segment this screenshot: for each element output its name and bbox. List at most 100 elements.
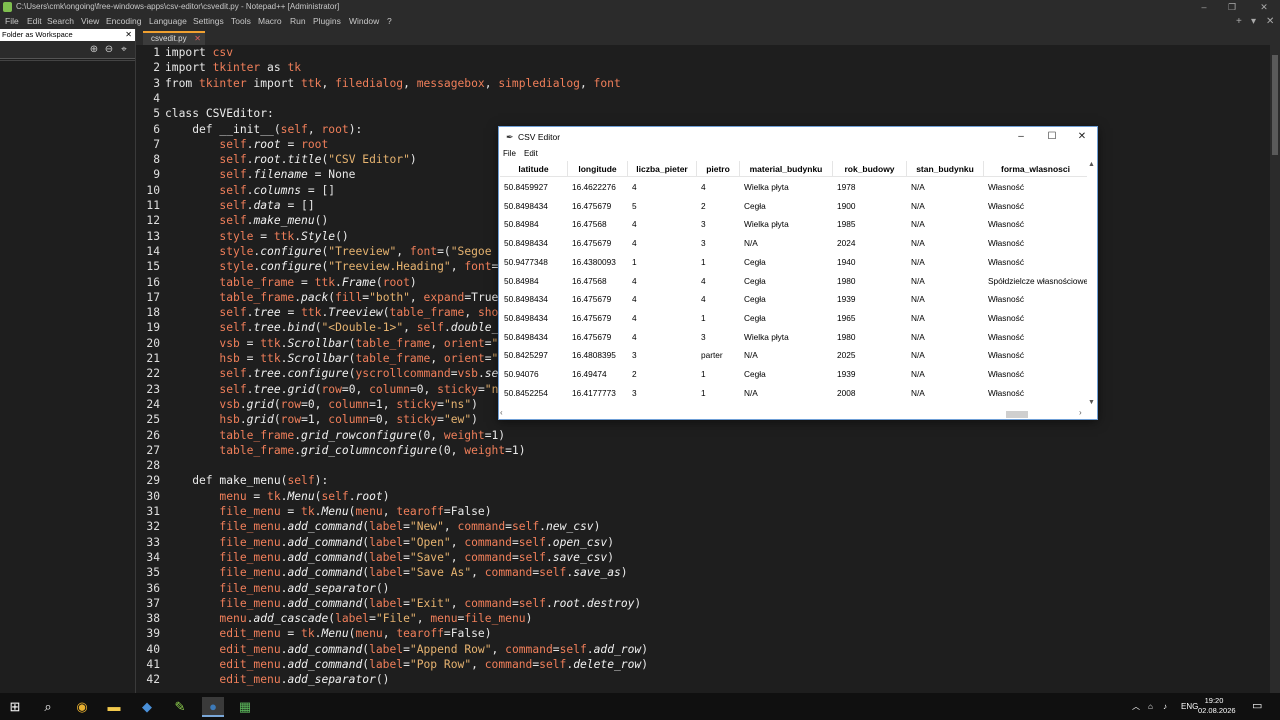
tab-close-icon[interactable]: ✕ xyxy=(194,33,201,45)
table-cell[interactable]: 50.94076 xyxy=(500,365,568,384)
table-cell[interactable]: N/A xyxy=(740,346,833,365)
table-cell[interactable]: 4 xyxy=(628,309,697,328)
folder-tree[interactable] xyxy=(0,60,135,693)
code-line[interactable]: 4 xyxy=(136,91,1270,106)
code-line[interactable]: 39 edit_menu = tk.Menu(menu, tearoff=Fal… xyxy=(136,626,1270,641)
table-cell[interactable]: N/A xyxy=(907,178,984,197)
table-cell[interactable]: 1980 xyxy=(833,272,907,291)
collapse-all-icon[interactable]: ⊖ xyxy=(103,44,115,56)
table-cell[interactable]: 1939 xyxy=(833,290,907,309)
close-doc-icon[interactable]: ✕ xyxy=(1266,14,1274,29)
table-cell[interactable]: 16.475679 xyxy=(568,328,628,347)
table-cell[interactable]: Własność xyxy=(984,234,1088,253)
code-line[interactable]: 29 def make_menu(self): xyxy=(136,473,1270,488)
table-cell[interactable]: 16.475679 xyxy=(568,290,628,309)
table-cell[interactable]: 16.4622276 xyxy=(568,178,628,197)
clock[interactable]: 19:20 02.08.2026 xyxy=(1198,696,1236,716)
notifications-icon[interactable]: ▭ xyxy=(1252,693,1262,720)
table-cell[interactable]: N/A xyxy=(907,197,984,216)
table-cell[interactable]: 50.8498434 xyxy=(500,197,568,216)
scroll-down-icon[interactable]: ▼ xyxy=(1088,399,1095,406)
table-row[interactable]: 50.84984 16.47568 4 4 Cegła 1980 N/A Spółdzielc… xyxy=(500,272,1088,291)
code-line[interactable]: 36 file_menu.add_separator() xyxy=(136,581,1270,596)
code-line[interactable]: 26 table_frame.grid_rowconfigure(0, weig… xyxy=(136,428,1270,443)
tab-list-icon[interactable]: ▾ xyxy=(1251,14,1256,29)
chrome-icon[interactable]: ◉ xyxy=(71,697,93,717)
table-cell[interactable]: 3 xyxy=(697,215,740,234)
code-line[interactable]: 31 file_menu = tk.Menu(menu, tearoff=Fal… xyxy=(136,504,1270,519)
table-cell[interactable]: 16.475679 xyxy=(568,197,628,216)
table-cell[interactable]: Własność xyxy=(984,253,1088,272)
editor-scroll-thumb[interactable] xyxy=(1272,55,1278,155)
table-cell[interactable]: N/A xyxy=(907,290,984,309)
table-cell[interactable]: N/A xyxy=(907,328,984,347)
scroll-right-icon[interactable]: › xyxy=(1079,408,1082,417)
csv-minimize-button[interactable]: – xyxy=(1006,127,1036,147)
column-header-material_budynku[interactable]: material_budynku xyxy=(740,161,833,177)
table-row[interactable]: 50.8459927 16.4622276 4 4 Wielka płyta 1978 N/… xyxy=(500,178,1088,197)
table-cell[interactable]: 50.84984 xyxy=(500,272,568,291)
new-tab-icon[interactable]: + xyxy=(1236,14,1242,29)
csv-close-button[interactable]: ✕ xyxy=(1067,127,1097,147)
table-cell[interactable]: Cegła xyxy=(740,197,833,216)
table-cell[interactable]: 4 xyxy=(628,328,697,347)
table-cell[interactable]: 1 xyxy=(697,365,740,384)
table-cell[interactable]: 2 xyxy=(697,197,740,216)
table-cell[interactable]: 4 xyxy=(697,290,740,309)
table-cell[interactable]: 16.47568 xyxy=(568,272,628,291)
table-cell[interactable]: N/A xyxy=(907,253,984,272)
locate-file-icon[interactable]: ⌖ xyxy=(118,44,130,56)
csv-maximize-button[interactable]: ☐ xyxy=(1037,127,1067,147)
scroll-up-icon[interactable]: ▲ xyxy=(1088,161,1095,168)
csv-treeview[interactable]: latitude longitude liczba_pieter pietro mate… xyxy=(500,161,1088,409)
table-cell[interactable]: 1980 xyxy=(833,328,907,347)
table-cell[interactable]: 4 xyxy=(628,272,697,291)
csv-menu-file[interactable]: File xyxy=(503,147,516,161)
csv-hscroll-thumb[interactable] xyxy=(1006,411,1028,418)
table-cell[interactable]: 1 xyxy=(628,253,697,272)
table-row[interactable]: 50.8452254 16.4177773 3 1 N/A 2008 N/A Własność xyxy=(500,384,1088,403)
table-cell[interactable]: 3 xyxy=(697,234,740,253)
panel-close-icon[interactable]: ✕ xyxy=(125,29,132,41)
table-cell[interactable]: 3 xyxy=(697,328,740,347)
code-line[interactable]: 35 file_menu.add_command(label="Save As"… xyxy=(136,565,1270,580)
minimize-button[interactable]: – xyxy=(1192,0,1216,14)
table-cell[interactable]: 4 xyxy=(628,215,697,234)
table-cell[interactable]: 4 xyxy=(697,178,740,197)
table-row[interactable]: 50.8498434 16.475679 4 3 Wielka płyta 1980 N/A… xyxy=(500,328,1088,347)
table-cell[interactable]: 16.47568 xyxy=(568,215,628,234)
column-header-stan_budynku[interactable]: stan_budynku xyxy=(907,161,984,177)
code-line[interactable]: 37 file_menu.add_command(label="Exit", c… xyxy=(136,596,1270,611)
table-cell[interactable]: N/A xyxy=(907,272,984,291)
menu-edit[interactable]: Edit xyxy=(27,14,42,29)
close-button[interactable]: ✕ xyxy=(1252,0,1276,14)
table-cell[interactable]: Własność xyxy=(984,346,1088,365)
table-cell[interactable]: 1940 xyxy=(833,253,907,272)
table-cell[interactable]: 16.49474 xyxy=(568,365,628,384)
table-cell[interactable]: N/A xyxy=(907,365,984,384)
table-cell[interactable]: Cegła xyxy=(740,365,833,384)
menu-run[interactable]: Run xyxy=(290,14,306,29)
table-cell[interactable]: Cegła xyxy=(740,309,833,328)
table-cell[interactable]: 16.475679 xyxy=(568,234,628,253)
menu-help[interactable]: ? xyxy=(387,14,392,29)
table-cell[interactable]: 1985 xyxy=(833,215,907,234)
table-cell[interactable]: N/A xyxy=(740,384,833,403)
table-row[interactable]: 50.8425297 16.4808395 3 parter N/A 2025 N/A Wła… xyxy=(500,346,1088,365)
table-cell[interactable]: Własność xyxy=(984,328,1088,347)
table-cell[interactable]: 4 xyxy=(697,272,740,291)
language-indicator[interactable]: ENG xyxy=(1181,693,1198,720)
notepadpp-taskbar-icon[interactable]: ✎ xyxy=(169,697,191,717)
code-line[interactable]: 27 table_frame.grid_columnconfigure(0, w… xyxy=(136,443,1270,458)
table-cell[interactable]: 2025 xyxy=(833,346,907,365)
csv-menu-edit[interactable]: Edit xyxy=(524,147,538,161)
file-explorer-icon[interactable]: ▬ xyxy=(103,697,125,717)
table-row[interactable]: 50.8498434 16.475679 4 3 N/A 2024 N/A Własność xyxy=(500,234,1088,253)
tab-csvedit[interactable]: csvedit.py ✕ xyxy=(143,31,205,45)
table-cell[interactable]: Cegła xyxy=(740,253,833,272)
table-cell[interactable]: 2 xyxy=(628,365,697,384)
table-cell[interactable]: Własność xyxy=(984,197,1088,216)
code-line[interactable]: 40 edit_menu.add_command(label="Append R… xyxy=(136,642,1270,657)
table-cell[interactable]: 50.8425297 xyxy=(500,346,568,365)
table-cell[interactable]: 1 xyxy=(697,384,740,403)
